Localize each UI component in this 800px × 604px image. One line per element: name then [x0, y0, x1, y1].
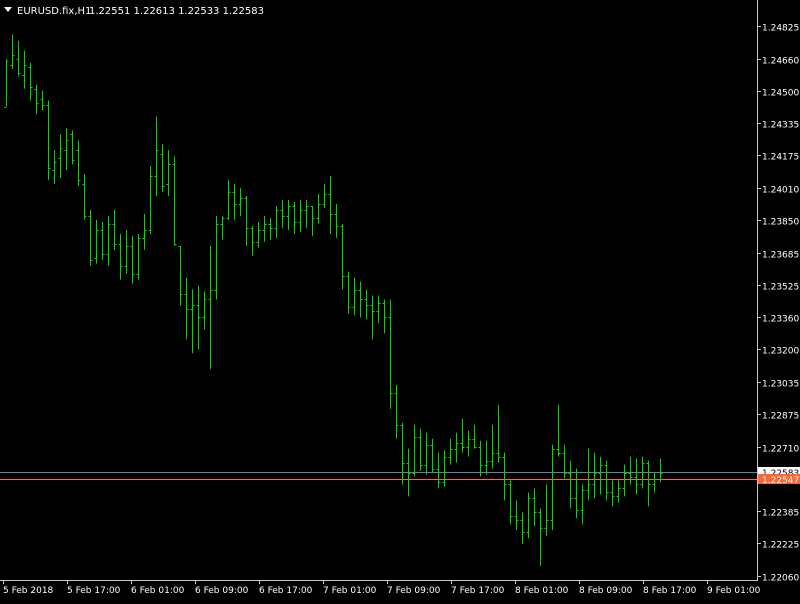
y-tick-label: 1.23035: [762, 380, 799, 390]
x-tick-label: 6 Feb 09:00: [195, 586, 249, 596]
y-tick-label: 1.24010: [762, 186, 799, 196]
y-tick-label: 1.24660: [762, 57, 799, 67]
ohlc-values: 1.22551 1.22613 1.22533 1.22583: [89, 6, 264, 17]
y-tick-label: 1.23850: [762, 218, 799, 228]
chart-background: [0, 0, 800, 600]
ask-price-label: 1.22547: [762, 476, 799, 486]
x-tick-label: 6 Feb 17:00: [259, 586, 313, 596]
y-tick-label: 1.22060: [762, 574, 799, 584]
y-tick-label: 1.23685: [762, 251, 799, 261]
y-tick-label: 1.24500: [762, 89, 799, 99]
y-tick-label: 1.22710: [762, 445, 799, 455]
y-tick-label: 1.22385: [762, 509, 799, 519]
y-tick-label: 1.23360: [762, 315, 799, 325]
x-tick-label: 5 Feb 2018: [3, 586, 54, 596]
x-tick-label: 7 Feb 17:00: [451, 586, 505, 596]
y-tick-label: 1.23525: [762, 283, 799, 293]
x-tick-label: 7 Feb 09:00: [387, 586, 441, 596]
x-tick-label: 9 Feb 01:00: [707, 586, 761, 596]
y-tick-label: 1.24335: [762, 121, 799, 131]
chart-canvas[interactable]: 1.24825 1.24660 1.24500 1.24335 1.24175 1.240…: [0, 0, 800, 600]
chart-header: EURUSD.fix,H1 1.22551 1.22613 1.22533 1.…: [4, 6, 264, 17]
y-tick-label: 1.23200: [762, 347, 799, 357]
x-tick-label: 7 Feb 01:00: [323, 586, 377, 596]
x-tick-label: 6 Feb 01:00: [131, 586, 185, 596]
symbol-label: EURUSD.fix,H1: [17, 6, 91, 17]
y-tick-label: 1.22875: [762, 412, 799, 422]
price-chart[interactable]: 1.24825 1.24660 1.24500 1.24335 1.24175 1.240…: [0, 0, 800, 600]
x-tick-label: 8 Feb 09:00: [579, 586, 633, 596]
x-tick-label: 5 Feb 17:00: [67, 586, 121, 596]
y-tick-label: 1.24175: [762, 153, 799, 163]
x-tick-label: 8 Feb 17:00: [643, 586, 697, 596]
y-tick-label: 1.22225: [762, 541, 799, 551]
x-tick-label: 8 Feb 01:00: [515, 586, 569, 596]
y-tick-label: 1.24825: [762, 24, 799, 34]
